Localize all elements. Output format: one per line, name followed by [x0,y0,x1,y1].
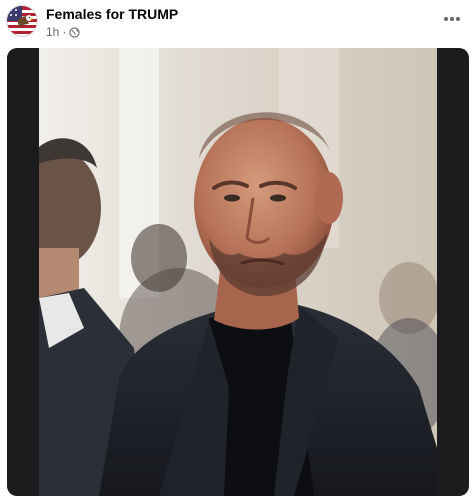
post-author-name[interactable]: Females for TRUMP [46,6,178,22]
post-photo-frame[interactable] [7,48,469,496]
post-meta: 1h · [46,25,80,39]
more-options-icon [444,17,448,21]
globe-icon [69,26,80,38]
post-header: Females for TRUMP 1h · [0,0,475,44]
man-in-dark-suit-photo [39,48,437,496]
meta-separator: · [62,25,67,39]
eagle-flag-avatar-icon [7,6,37,36]
post-timestamp[interactable]: 1h [46,25,59,39]
more-options-button[interactable] [439,8,465,30]
page-avatar[interactable] [6,5,38,37]
post-photo[interactable] [39,48,437,496]
more-options-dot [456,17,460,21]
more-options-dot [450,17,454,21]
feed-post: Females for TRUMP 1h · [0,0,475,500]
